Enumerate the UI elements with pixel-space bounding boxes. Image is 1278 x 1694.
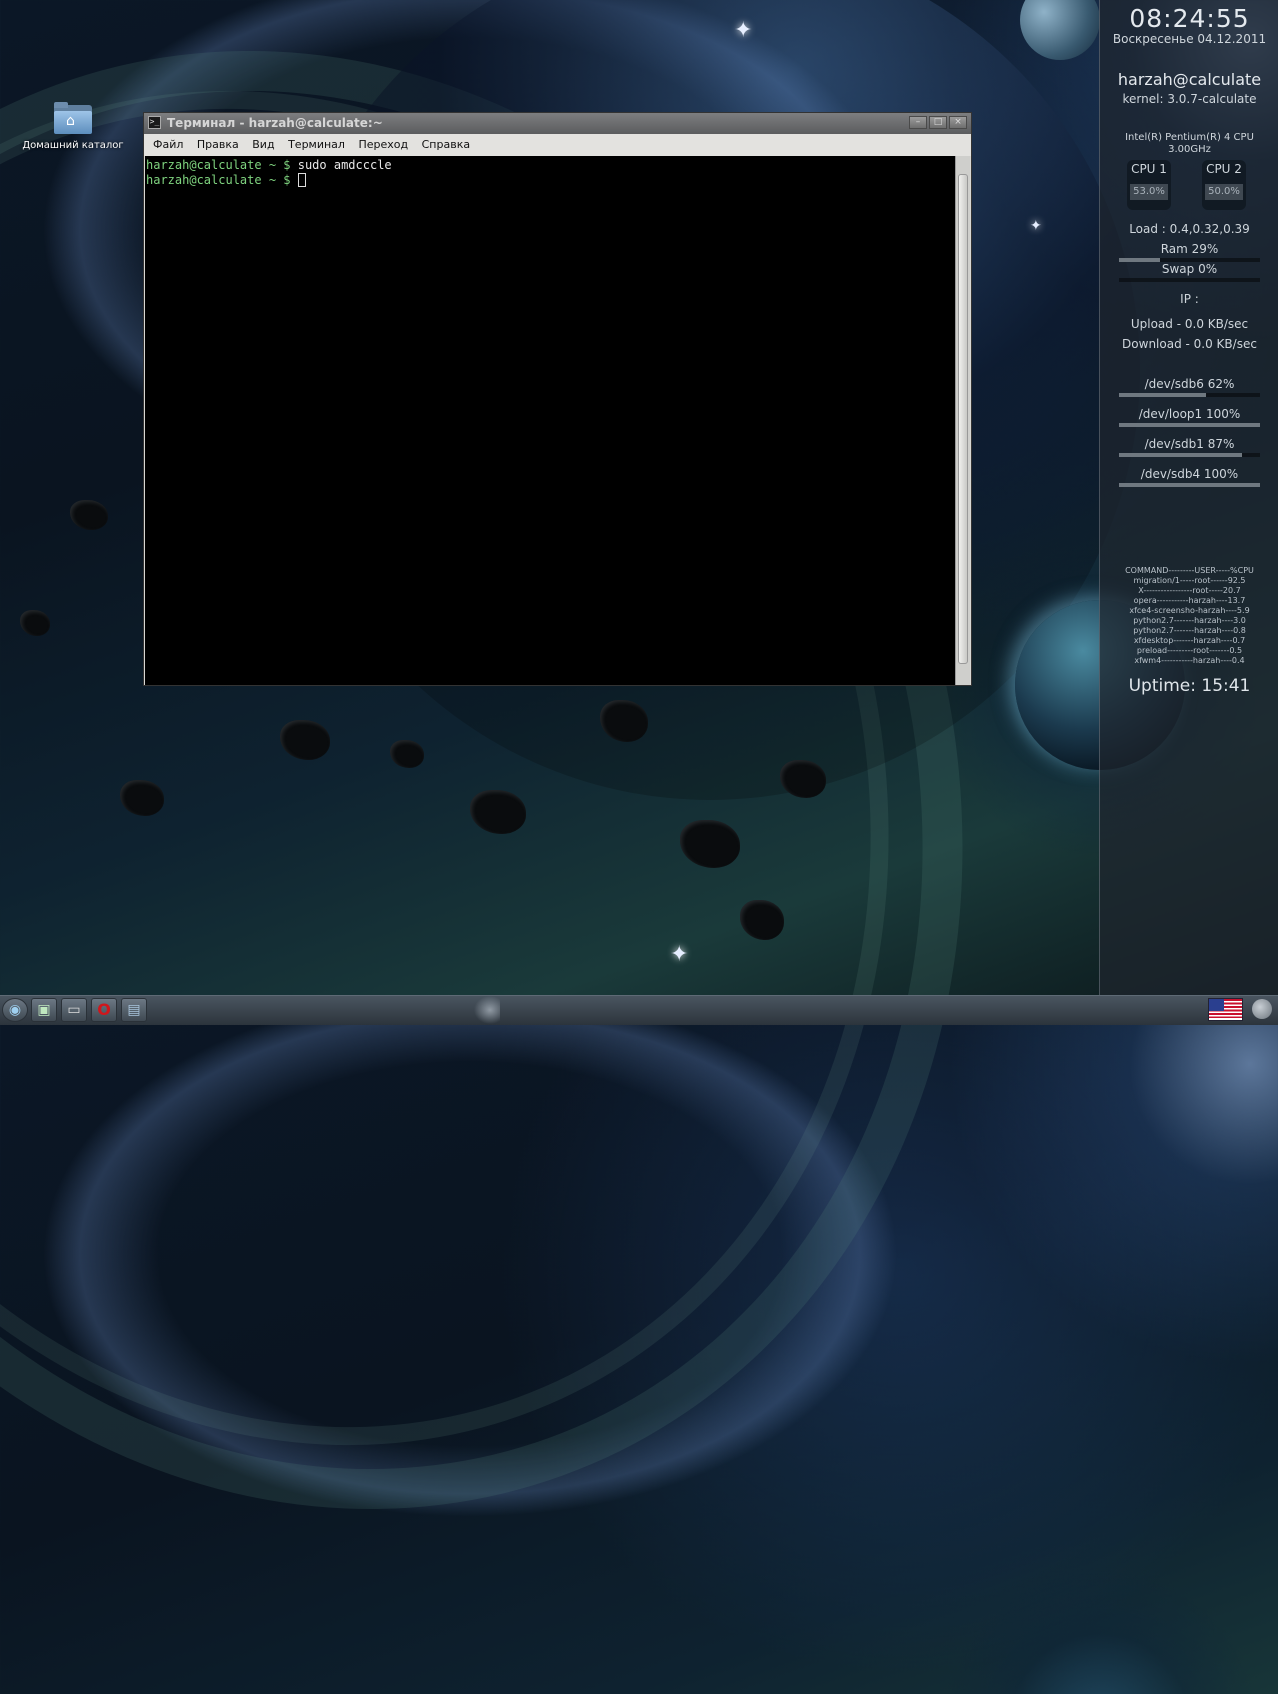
menu-go[interactable]: Переход — [358, 134, 408, 156]
taskbar: ◉ ▣ ▭ O ▤ — [0, 995, 1278, 1025]
window-launcher[interactable]: ▭ — [61, 998, 87, 1022]
cpu1-box: CPU 1 53.0% — [1127, 160, 1171, 210]
process-row: xfce4-screensho-harzah----5.9 — [1129, 606, 1250, 615]
cpu1-value: 53.0% — [1130, 184, 1168, 200]
process-row: python2.7-------harzah----0.8 — [1133, 626, 1246, 635]
wallpaper-asteroid — [280, 720, 330, 760]
terminal-icon: ▣ — [37, 1002, 51, 1018]
process-row: migration/1-----root------92.5 — [1133, 576, 1246, 585]
disk-sdb4-bar — [1119, 483, 1260, 487]
wallpaper-asteroid — [390, 740, 424, 768]
menu-icon: ◉ — [8, 1002, 22, 1018]
process-row: X-----------------root-----20.7 — [1138, 586, 1241, 595]
maximize-button[interactable]: □ — [929, 116, 947, 129]
swap-bar — [1119, 278, 1260, 282]
terminal-command: sudo amdcccle — [297, 158, 392, 172]
terminal-title: Терминал - harzah@calculate:~ — [167, 116, 383, 130]
clock: 08:24:55 — [1129, 4, 1250, 33]
terminal-titlebar[interactable]: >_ Терминал - harzah@calculate:~ – □ × — [144, 113, 971, 134]
terminal-line: harzah@calculate ~ $ sudo amdcccle — [146, 158, 954, 173]
cpu-frequency: 3.00GHz — [1168, 144, 1211, 155]
kernel-version: kernel: 3.0.7-calculate — [1122, 92, 1257, 106]
process-row: xfdesktop-------harzah----0.7 — [1133, 636, 1246, 645]
disk-sdb1: /dev/sdb1 87% — [1144, 437, 1235, 451]
menu-view[interactable]: Вид — [252, 134, 274, 156]
terminal-window[interactable]: >_ Терминал - harzah@calculate:~ – □ × Ф… — [143, 112, 972, 686]
wallpaper-asteroid — [600, 700, 648, 742]
home-folder-shortcut[interactable]: ⌂ Домашний каталог — [20, 102, 126, 151]
terminal-line: harzah@calculate ~ $ — [146, 173, 954, 188]
wallpaper-star: ✦ — [670, 942, 689, 967]
ip-address: IP : — [1180, 292, 1199, 306]
taskbar-separator — [150, 996, 500, 1025]
swap-usage: Swap 0% — [1161, 262, 1218, 276]
disk-sdb4-bar-fill — [1119, 483, 1260, 487]
home-folder-label: Домашний каталог — [22, 140, 124, 151]
wallpaper-asteroid — [70, 500, 108, 530]
wallpaper-asteroid — [20, 610, 50, 636]
wallpaper-moon — [1020, 0, 1100, 60]
cpu-model: Intel(R) Pentium(R) 4 CPU 3.00GHz — [1100, 132, 1278, 156]
process-row: preload---------root-------0.5 — [1136, 646, 1243, 655]
menu-terminal[interactable]: Терминал — [288, 134, 345, 156]
process-row: xfwm4-----------harzah----0.4 — [1134, 656, 1245, 665]
terminal-menubar: Файл Правка Вид Терминал Переход Справка — [144, 134, 971, 156]
opera-launcher[interactable]: O — [91, 998, 117, 1022]
terminal-prompt: harzah@calculate ~ $ — [146, 158, 291, 172]
conky-panel: 08:24:55 Воскресенье 04.12.2011 harzah@c… — [1099, 0, 1278, 995]
wallpaper-asteroid — [780, 760, 826, 798]
load-average: Load : 0.4,0.32,0.39 — [1129, 222, 1250, 236]
process-row: python2.7-------harzah----3.0 — [1133, 616, 1246, 625]
scrollbar-thumb[interactable] — [958, 174, 968, 664]
user-host: harzah@calculate — [1117, 70, 1262, 89]
wallpaper-asteroid — [470, 790, 526, 834]
process-list: COMMAND---------USER-----%CPU migration/… — [1100, 566, 1278, 666]
window-icon: ▭ — [67, 1002, 81, 1018]
uptime: Uptime: 15:41 — [1128, 676, 1251, 696]
wallpaper-asteroid — [680, 820, 740, 868]
cpu-model-name: Intel(R) Pentium(R) 4 CPU — [1125, 132, 1254, 143]
menu-help[interactable]: Справка — [422, 134, 470, 156]
download-speed: Download - 0.0 KB/sec — [1122, 337, 1257, 351]
disk-sdb6-bar — [1119, 393, 1260, 397]
cpu2-value: 50.0% — [1205, 184, 1243, 200]
file-manager-icon: ▤ — [127, 1002, 141, 1018]
date: Воскресенье 04.12.2011 — [1112, 32, 1267, 46]
disk-sdb1-bar — [1119, 453, 1260, 457]
opera-icon: O — [97, 1000, 111, 1019]
menu-edit[interactable]: Правка — [197, 134, 239, 156]
home-folder-icon: ⌂ — [54, 102, 92, 134]
disk-sdb6-bar-fill — [1119, 393, 1207, 397]
ram-usage: Ram 29% — [1160, 242, 1219, 256]
terminal-scrollbar[interactable] — [955, 156, 970, 685]
cpu1-label: CPU 1 — [1131, 162, 1167, 176]
file-manager-launcher[interactable]: ▤ — [121, 998, 147, 1022]
disk-sdb4: /dev/sdb4 100% — [1140, 467, 1239, 481]
terminal-prompt: harzah@calculate ~ $ — [146, 173, 291, 187]
menu-file[interactable]: Файл — [153, 134, 183, 156]
wallpaper-asteroid — [120, 780, 164, 816]
disk-loop1-bar — [1119, 423, 1260, 427]
start-menu-button[interactable]: ◉ — [2, 998, 28, 1022]
disk-loop1-bar-fill — [1119, 423, 1260, 427]
wallpaper-asteroid — [740, 900, 784, 940]
upload-speed: Upload - 0.0 KB/sec — [1130, 317, 1249, 331]
disk-sdb6: /dev/sdb6 62% — [1144, 377, 1235, 391]
wallpaper-star: ✦ — [734, 18, 753, 43]
process-row: opera-----------harzah----13.7 — [1133, 596, 1246, 605]
tray-update-icon[interactable] — [1252, 999, 1272, 1019]
minimize-button[interactable]: – — [909, 116, 927, 129]
terminal-cursor — [297, 173, 306, 187]
wallpaper-star: ✦ — [1030, 218, 1042, 234]
disk-loop1: /dev/loop1 100% — [1138, 407, 1241, 421]
cpu2-box: CPU 2 50.0% — [1202, 160, 1246, 210]
close-button[interactable]: × — [949, 116, 967, 129]
disk-sdb1-bar-fill — [1119, 453, 1242, 457]
keyboard-layout-us-flag-icon[interactable] — [1208, 998, 1243, 1021]
terminal-launcher[interactable]: ▣ — [31, 998, 57, 1022]
terminal-output[interactable]: harzah@calculate ~ $ sudo amdcccle harza… — [145, 156, 955, 685]
cpu2-label: CPU 2 — [1206, 162, 1242, 176]
terminal-app-icon[interactable]: >_ — [148, 116, 161, 129]
process-row: COMMAND---------USER-----%CPU — [1125, 566, 1254, 575]
